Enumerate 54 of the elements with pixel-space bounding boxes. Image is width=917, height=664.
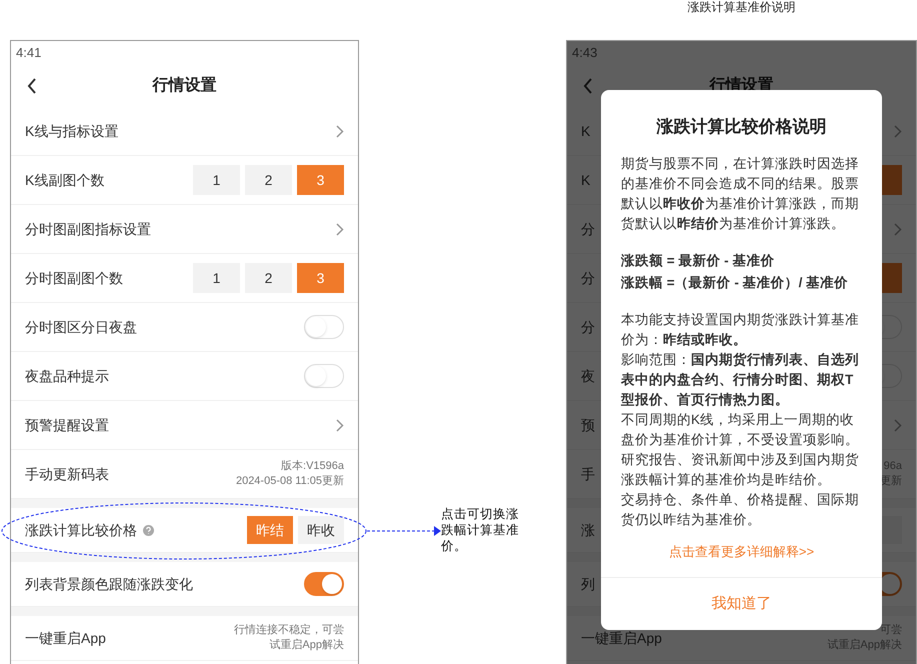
status-time: 4:43	[572, 44, 598, 62]
option-button[interactable]: 2	[245, 263, 292, 293]
paragraph: 期货与股票不同，在计算涨跌时因选择的基准价不同会造成不同的结果。股票默认以昨收价为基准价计算涨跌，而期货默认以昨结价为基准价计算涨跌。	[621, 154, 860, 232]
setting-label: 预	[581, 416, 595, 434]
setting-label: 分时图区分日夜盘	[25, 318, 137, 336]
setting-label: 涨	[581, 520, 595, 540]
paragraph: 本功能支持设置国内期货涨跌计算基准价为：昨结或昨收。	[621, 310, 860, 348]
dialog-title: 涨跌计算比较价格说明	[656, 116, 826, 138]
setting-label: 分时图副图指标设置	[25, 220, 151, 238]
setting-label: 分	[581, 220, 595, 238]
formula-text: 涨跌幅 =（最新价 - 基准价）/ 基准价	[621, 274, 850, 292]
caption-text: 涨跌计算基准价说明	[688, 0, 796, 14]
option-button[interactable]: 昨收	[298, 516, 344, 544]
setting-label: 一键重启App	[581, 628, 662, 648]
chevron-right-icon	[894, 124, 902, 138]
info-text: 2024-05-08 11:05更新	[236, 474, 344, 489]
chevron-right-icon	[336, 124, 344, 138]
setting-label: K线与指标设置	[25, 122, 118, 140]
setting-label: 分	[581, 318, 595, 336]
setting-label: 手动更新码表	[25, 464, 109, 484]
paragraph: 不同周期的K线，均采用上一周期的收盘价为基准价计算，不受设置项影响。	[621, 410, 860, 448]
chevron-right-icon	[336, 222, 344, 236]
option-button[interactable]: 2	[245, 165, 292, 195]
back-icon[interactable]	[27, 78, 37, 94]
setting-label: 夜	[581, 366, 595, 386]
setting-label: K	[581, 122, 590, 140]
setting-label: 分时图副图个数	[25, 268, 123, 288]
setting-label: 预警提醒设置	[25, 416, 109, 434]
info-text: 版本:V1596a	[281, 459, 344, 474]
formula-text: 涨跌额 = 最新价 - 基准价	[621, 252, 776, 270]
setting-label: 分	[581, 268, 595, 288]
info-text: 行情连接不稳定，可尝	[234, 623, 344, 638]
setting-label: 列	[581, 574, 595, 594]
setting-label: 一键重启App	[25, 628, 106, 648]
toggle-switch[interactable]	[304, 572, 344, 596]
setting-label: K线副图个数	[25, 170, 104, 190]
option-button[interactable]: 1	[193, 263, 240, 293]
info-text: 试重启App解决	[269, 638, 344, 653]
help-icon[interactable]	[143, 524, 154, 536]
paragraph: 影响范围：国内期货行情列表、自选列表中的内盘合约、行情分时图、期权T型报价、首页行情热力图。	[621, 350, 860, 408]
chevron-right-icon	[336, 418, 344, 432]
page-title: 行情设置	[152, 76, 216, 96]
setting-label: 夜盘品种提示	[25, 366, 109, 386]
setting-label: 涨跌计算比较价格	[25, 520, 137, 540]
chevron-right-icon	[894, 222, 902, 236]
paragraph: 交易持仓、条件单、价格提醒、国际期货仍以昨结为基准价。	[621, 490, 860, 528]
status-time: 4:41	[16, 44, 42, 62]
chevron-right-icon	[894, 418, 902, 432]
paragraph: 研究报告、资讯新闻中涉及到国内期货涨跌幅计算的基准价均是昨结价。	[621, 450, 860, 488]
setting-label: 手	[581, 464, 595, 484]
annotation-text: 点击可切换涨跌幅计算基准价。	[441, 506, 520, 554]
option-button[interactable]: 1	[193, 165, 240, 195]
setting-label: K	[581, 170, 590, 190]
setting-label: 列表背景颜色跟随涨跌变化	[25, 574, 193, 594]
